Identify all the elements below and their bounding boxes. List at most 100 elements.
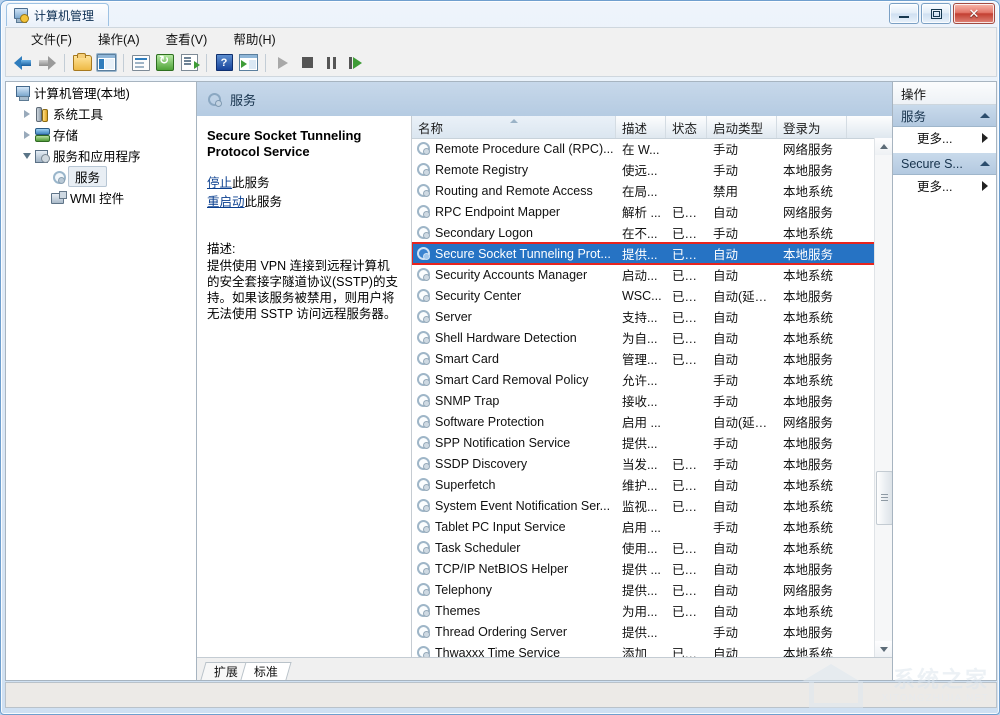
cell-desc: 提供... <box>616 580 666 599</box>
service-gear-icon <box>417 289 430 302</box>
forward-button[interactable] <box>36 52 58 74</box>
actions-group-services[interactable]: 服务 <box>893 105 996 127</box>
stop-service-link[interactable]: 停止 <box>207 176 232 190</box>
table-row[interactable]: Tablet PC Input Service启用 ...手动本地系统 <box>412 516 875 537</box>
table-row[interactable]: SSDP Discovery当发...已启动手动本地服务 <box>412 453 875 474</box>
pause-service-button[interactable] <box>320 52 342 74</box>
table-row[interactable]: Remote Registry使远...手动本地服务 <box>412 159 875 180</box>
actions-more-selected[interactable]: 更多... <box>893 175 996 196</box>
cell-startup: 自动 <box>707 328 777 347</box>
menu-action[interactable]: 操作(A) <box>85 26 153 51</box>
properties-icon <box>132 55 150 71</box>
properties-button[interactable] <box>130 52 152 74</box>
maximize-button[interactable] <box>921 3 951 24</box>
chevron-right-icon[interactable] <box>982 181 988 191</box>
tree-item-services-and-applications[interactable]: 服务和应用程序 <box>6 145 196 166</box>
table-row[interactable]: RPC Endpoint Mapper解析 ...已启动自动网络服务 <box>412 201 875 222</box>
cell-status: 已启动 <box>666 538 707 557</box>
tree-item-wmi-control[interactable]: WMI 控件 <box>6 187 196 208</box>
chevron-right-icon[interactable] <box>982 133 988 143</box>
show-action-pane-button[interactable] <box>237 52 259 74</box>
menu-help[interactable]: 帮助(H) <box>220 26 288 51</box>
table-row[interactable]: Secondary Logon在不...已启动手动本地系统 <box>412 222 875 243</box>
actions-more-services[interactable]: 更多... <box>893 127 996 148</box>
table-row[interactable]: Software Protection启用 ...自动(延迟...网络服务 <box>412 411 875 432</box>
table-row[interactable]: SNMP Trap接收...手动本地服务 <box>412 390 875 411</box>
stop-service-button[interactable] <box>296 52 318 74</box>
table-row[interactable]: TCP/IP NetBIOS Helper提供 ...已启动自动本地服务 <box>412 558 875 579</box>
expander-collapsed-icon[interactable] <box>20 110 33 118</box>
tree-item-system-tools[interactable]: 系统工具 <box>6 103 196 124</box>
table-row[interactable]: Security Accounts Manager启动...已启动自动本地系统 <box>412 264 875 285</box>
actions-group-selected-service[interactable]: Secure S... <box>893 153 996 175</box>
expander-collapsed-icon[interactable] <box>20 131 33 139</box>
cell-startup: 手动 <box>707 139 777 158</box>
cell-desc: 提供... <box>616 622 666 641</box>
chevron-up-icon[interactable] <box>980 161 990 166</box>
services-pane: 服务 Secure Socket Tunneling Protocol Serv… <box>197 81 893 681</box>
cell-desc: 为自... <box>616 328 666 347</box>
table-row[interactable]: Smart Card管理...已启动自动本地服务 <box>412 348 875 369</box>
minimize-button[interactable] <box>889 3 919 24</box>
service-gear-icon <box>417 352 430 365</box>
service-gear-icon <box>417 541 430 554</box>
cell-logon: 本地服务 <box>777 286 847 305</box>
tab-standard[interactable]: 标准 <box>240 662 291 680</box>
computer-icon <box>14 86 32 99</box>
service-name-label: Security Accounts Manager <box>435 268 587 282</box>
table-row[interactable]: Themes为用...已启动自动本地系统 <box>412 600 875 621</box>
stop-service-line: 停止此服务 <box>207 174 401 193</box>
column-header-0[interactable]: 名称 <box>412 116 616 138</box>
table-row[interactable]: Remote Procedure Call (RPC)...在 W...手动网络… <box>412 138 875 159</box>
table-row[interactable]: Server支持...已启动自动本地系统 <box>412 306 875 327</box>
services-list-scrollbar[interactable] <box>874 138 892 658</box>
table-row[interactable]: Superfetch维护...已启动自动本地系统 <box>412 474 875 495</box>
chevron-up-icon[interactable] <box>980 113 990 118</box>
cell-name: Themes <box>412 604 616 618</box>
cell-logon: 本地服务 <box>777 349 847 368</box>
table-row[interactable]: Thread Ordering Server提供...手动本地服务 <box>412 621 875 642</box>
menu-file[interactable]: 文件(F) <box>18 26 85 51</box>
table-row[interactable]: Telephony提供...已启动自动网络服务 <box>412 579 875 600</box>
table-row[interactable]: System Event Notification Ser...监视...已启动… <box>412 495 875 516</box>
tree-item-storage[interactable]: 存储 <box>6 124 196 145</box>
column-header-2[interactable]: 状态 <box>666 116 707 138</box>
service-gear-icon <box>417 415 430 428</box>
table-row[interactable]: Thwaxxx Time Service添加已启动自动本地系统 <box>412 642 875 658</box>
show-hide-console-tree-button[interactable] <box>95 52 117 74</box>
tree-item-root[interactable]: 计算机管理(本地) <box>6 82 196 103</box>
table-row[interactable]: Shell Hardware Detection为自...已启动自动本地系统 <box>412 327 875 348</box>
scrollbar-thumb[interactable] <box>876 471 892 525</box>
refresh-button[interactable] <box>154 52 176 74</box>
toolbar: ? <box>5 49 997 77</box>
scroll-up-button[interactable] <box>875 138 892 155</box>
column-header-1[interactable]: 描述 <box>616 116 666 138</box>
column-header-3[interactable]: 启动类型 <box>707 116 777 138</box>
export-list-button[interactable] <box>178 52 200 74</box>
start-service-button[interactable] <box>272 52 294 74</box>
cell-logon: 网络服务 <box>777 202 847 221</box>
scroll-down-button[interactable] <box>875 641 892 658</box>
menu-view[interactable]: 查看(V) <box>153 26 221 51</box>
table-row[interactable]: SPP Notification Service提供...手动本地服务 <box>412 432 875 453</box>
close-button[interactable]: ✕ <box>953 3 995 24</box>
table-row[interactable]: Security CenterWSC...已启动自动(延迟...本地服务 <box>412 285 875 306</box>
storage-icon <box>33 128 51 141</box>
expander-expanded-icon[interactable] <box>20 153 33 159</box>
column-header-4[interactable]: 登录为 <box>777 116 847 138</box>
back-button[interactable] <box>12 52 34 74</box>
toolbar-separator <box>64 54 65 72</box>
cell-name: Security Center <box>412 289 616 303</box>
table-row[interactable]: Routing and Remote Access在局...禁用本地系统 <box>412 180 875 201</box>
up-folder-button[interactable] <box>71 52 93 74</box>
restart-service-button[interactable] <box>344 52 366 74</box>
table-row[interactable]: Task Scheduler使用...已启动自动本地系统 <box>412 537 875 558</box>
table-row[interactable]: Secure Socket Tunneling Prot...提供...已启动自… <box>412 243 875 264</box>
help-button[interactable]: ? <box>213 52 235 74</box>
service-name-label: Remote Procedure Call (RPC)... <box>435 142 614 156</box>
table-row[interactable]: Smart Card Removal Policy允许...手动本地系统 <box>412 369 875 390</box>
service-name-label: Security Center <box>435 289 521 303</box>
service-gear-icon <box>417 457 430 470</box>
restart-service-link[interactable]: 重启动 <box>207 195 245 209</box>
tree-item-services[interactable]: 服务 <box>6 166 196 187</box>
